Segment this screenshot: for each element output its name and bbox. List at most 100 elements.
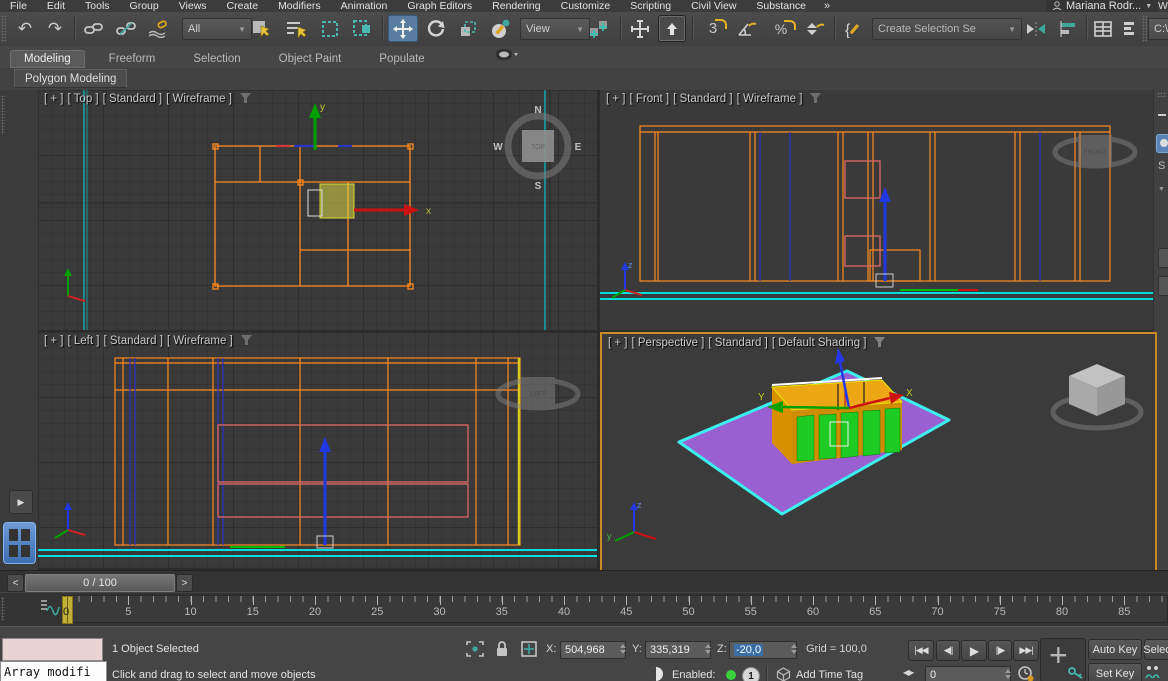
y-coord-field[interactable]: 335,319: [645, 641, 711, 659]
filter-funnel-icon[interactable]: [240, 93, 251, 103]
select-and-scale-button[interactable]: [454, 15, 482, 42]
menu-overflow-chevron[interactable]: »: [816, 0, 838, 12]
go-to-end-button[interactable]: ▶▶|: [1013, 640, 1039, 661]
spinner-snap-toggle-button[interactable]: [800, 15, 830, 42]
select-and-rotate-button[interactable]: [422, 15, 450, 42]
ribbon-tab[interactable]: Populate: [365, 50, 438, 68]
viewport-menu-shading[interactable]: [ Default Shading ]: [772, 337, 867, 349]
select-and-link-button[interactable]: [80, 15, 108, 42]
mirror-button[interactable]: [1022, 15, 1050, 42]
open-mini-curve-editor-button[interactable]: [40, 598, 60, 619]
keyboard-shortcut-override-toggle[interactable]: [658, 15, 686, 42]
play-button[interactable]: ▶: [961, 640, 987, 661]
y-spinner[interactable]: [703, 641, 712, 657]
toggle-layer-explorer-button[interactable]: [1118, 15, 1140, 42]
named-selection-set-dropdown[interactable]: Create Selection Se ▼: [872, 18, 1022, 40]
viewport-menu-shading[interactable]: [ Wireframe ]: [167, 335, 233, 347]
viewport-menu-style[interactable]: [ Standard ]: [103, 93, 162, 105]
unlink-selection-button[interactable]: [112, 15, 140, 42]
viewport-menu-plus[interactable]: [ + ]: [44, 335, 64, 347]
percent-snap-toggle-button[interactable]: %: [766, 15, 796, 42]
use-pivot-point-button[interactable]: [584, 15, 614, 42]
minimize-dash-icon[interactable]: [1158, 114, 1166, 116]
set-keys-button[interactable]: +: [1040, 638, 1086, 681]
select-and-move-button[interactable]: [388, 15, 418, 42]
project-path-field[interactable]: C:\Users\M: [1148, 18, 1168, 40]
filter-funnel-icon[interactable]: [874, 337, 885, 347]
reference-coordinate-dropdown[interactable]: View ▼: [520, 18, 590, 40]
viewport-menu-plus[interactable]: [ + ]: [608, 337, 628, 349]
viewport-menu-view[interactable]: [ Perspective ]: [632, 337, 705, 349]
absolute-offset-mode-toggle[interactable]: [520, 640, 538, 661]
ribbon-tab[interactable]: Modeling: [10, 50, 85, 68]
menu-item[interactable]: Edit: [37, 0, 75, 12]
adaptive-degradation-toggle[interactable]: [648, 666, 664, 681]
selection-lock-toggle[interactable]: [495, 640, 509, 660]
viewport-menu-style[interactable]: [ Standard ]: [103, 335, 162, 347]
ribbon-minimize-button[interactable]: [496, 49, 518, 61]
menu-item[interactable]: Tools: [75, 0, 120, 12]
menu-item[interactable]: Create: [217, 0, 269, 12]
viewport-menu-style[interactable]: [ Standard ]: [708, 337, 767, 349]
left-viewport-canvas[interactable]: LEFT: [38, 332, 597, 568]
selected-dropdown-cut[interactable]: Selec: [1144, 639, 1168, 660]
menu-item[interactable]: Modifiers: [268, 0, 331, 12]
viewport-menu-shading[interactable]: [ Wireframe ]: [166, 93, 232, 105]
viewport-menu-view[interactable]: [ Front ]: [630, 93, 670, 105]
select-by-name-button[interactable]: [282, 15, 312, 42]
menu-item[interactable]: Animation: [331, 0, 398, 12]
account-dropdown[interactable]: Mariana Rodr... ▼: [1046, 0, 1158, 12]
degradation-level-badge[interactable]: 1: [742, 667, 760, 681]
panel-button-sliver[interactable]: [1158, 276, 1168, 296]
create-tab-sliver[interactable]: [1156, 134, 1168, 153]
front-viewport-canvas[interactable]: FRONT z: [600, 90, 1153, 330]
viewcube-left[interactable]: LEFT: [498, 377, 578, 409]
next-frame-step-button[interactable]: ||▶: [988, 640, 1012, 661]
frame-spinner[interactable]: [1003, 666, 1012, 681]
edit-named-selection-sets-button[interactable]: {: [840, 15, 868, 42]
caret-down-icon[interactable]: ▼: [1158, 186, 1165, 193]
viewport-menu-plus[interactable]: [ + ]: [606, 93, 626, 105]
selection-filter-dropdown[interactable]: All ▼: [182, 18, 252, 40]
toolbar-grip[interactable]: [1, 15, 6, 42]
time-configuration-button[interactable]: [1017, 665, 1035, 681]
x-coord-field[interactable]: 504,968: [560, 641, 626, 659]
next-frame-button[interactable]: >: [176, 574, 193, 592]
menu-item[interactable]: Substance: [746, 0, 816, 12]
align-button[interactable]: [1054, 15, 1082, 42]
select-and-manipulate-button[interactable]: [626, 15, 654, 42]
time-slider-handle[interactable]: 0 / 100: [25, 574, 175, 592]
viewport-menu-shading[interactable]: [ Wireframe ]: [737, 93, 803, 105]
z-coord-field[interactable]: -20,0: [729, 641, 797, 659]
layout-tab-button[interactable]: [3, 522, 36, 564]
menu-item[interactable]: Views: [169, 0, 217, 12]
filter-funnel-icon[interactable]: [241, 335, 252, 345]
toolbar-grip[interactable]: [1142, 15, 1147, 42]
menu-item[interactable]: Rendering: [482, 0, 550, 12]
set-key-button[interactable]: Set Key: [1088, 663, 1142, 681]
key-mode-toggle[interactable]: ◀▶: [903, 668, 913, 677]
isolate-selection-toggle[interactable]: [466, 641, 484, 660]
previous-frame-button[interactable]: <: [7, 574, 24, 592]
toggle-scene-explorer-button[interactable]: [1090, 15, 1116, 42]
viewport-menu-plus[interactable]: [ + ]: [44, 93, 64, 105]
perspective-viewport-canvas[interactable]: X Y z y: [602, 334, 1151, 566]
panel-button-sliver[interactable]: [1158, 248, 1168, 268]
viewport-front[interactable]: [ + ] [ Front ] [ Standard ] [ Wireframe…: [600, 90, 1153, 330]
viewport-menu-view[interactable]: [ Top ]: [68, 93, 99, 105]
key-filters-button[interactable]: [1144, 664, 1162, 681]
redo-button[interactable]: ↷: [42, 15, 68, 42]
current-frame-field[interactable]: 0: [925, 666, 1011, 681]
rectangular-selection-region-button[interactable]: [316, 15, 344, 42]
bind-to-space-warp-button[interactable]: [144, 15, 174, 42]
maxscript-macro-pane[interactable]: [2, 638, 103, 661]
timeline-ruler[interactable]: 0510152025303540455055606570758085: [62, 595, 1168, 623]
menu-item[interactable]: Graph Editors: [397, 0, 482, 12]
menu-item[interactable]: File: [0, 0, 37, 12]
add-time-tag[interactable]: Add Time Tag: [796, 669, 863, 681]
auto-key-button[interactable]: Auto Key: [1088, 639, 1142, 660]
viewport-top[interactable]: [ + ] [ Top ] [ Standard ] [ Wireframe ]: [38, 90, 597, 330]
ribbon-tab[interactable]: Selection: [179, 50, 254, 68]
filter-funnel-icon[interactable]: [810, 93, 821, 103]
go-to-start-button[interactable]: |◀◀: [908, 640, 934, 661]
